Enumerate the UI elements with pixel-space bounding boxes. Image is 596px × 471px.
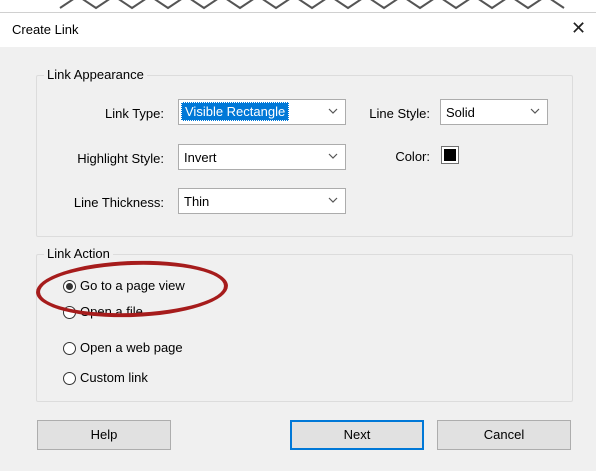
- radio-label: Open a web page: [80, 340, 183, 355]
- highlight-style-value: Invert: [184, 150, 217, 165]
- radio-button-selected-icon: [63, 280, 76, 293]
- radio-button-icon: [63, 306, 76, 319]
- create-link-dialog: Create Link ✕ Link Appearance Link Type:…: [0, 12, 596, 471]
- radio-button-icon: [63, 342, 76, 355]
- highlight-style-select[interactable]: Invert: [178, 144, 346, 170]
- link-action-legend: Link Action: [44, 246, 113, 261]
- radio-custom-link[interactable]: Custom link: [63, 370, 223, 388]
- chevron-down-icon: [328, 153, 338, 159]
- dialog-title: Create Link: [12, 22, 79, 37]
- line-style-label: Line Style:: [369, 106, 430, 121]
- radio-open-a-file[interactable]: Open a file: [63, 304, 223, 322]
- title-bar: Create Link ✕: [0, 13, 596, 47]
- link-type-value: Visible Rectangle: [181, 102, 290, 121]
- radio-go-to-page-view[interactable]: Go to a page view: [63, 278, 223, 296]
- chevron-down-icon: [328, 108, 338, 114]
- close-icon[interactable]: ✕: [571, 18, 586, 38]
- radio-open-web-page[interactable]: Open a web page: [63, 340, 223, 358]
- line-thickness-value: Thin: [184, 194, 210, 209]
- radio-label: Go to a page view: [80, 278, 185, 293]
- next-button[interactable]: Next: [290, 420, 424, 450]
- radio-label: Custom link: [80, 370, 148, 385]
- help-button[interactable]: Help: [37, 420, 171, 450]
- link-type-select[interactable]: Visible Rectangle: [178, 99, 346, 125]
- color-swatch[interactable]: [441, 146, 459, 164]
- line-thickness-select[interactable]: Thin: [178, 188, 346, 214]
- color-label: Color:: [395, 149, 430, 164]
- link-appearance-legend: Link Appearance: [44, 67, 147, 82]
- chevron-down-icon: [530, 108, 540, 114]
- highlight-style-label: Highlight Style:: [77, 151, 164, 166]
- line-style-value: Solid: [446, 105, 475, 120]
- cancel-button[interactable]: Cancel: [437, 420, 571, 450]
- radio-button-icon: [63, 372, 76, 385]
- link-type-label: Link Type:: [104, 106, 164, 121]
- line-style-select[interactable]: Solid: [440, 99, 548, 125]
- line-thickness-label: Line Thickness:: [73, 195, 164, 210]
- color-swatch-fill: [444, 149, 456, 161]
- chevron-down-icon: [328, 197, 338, 203]
- radio-label: Open a file: [80, 304, 143, 319]
